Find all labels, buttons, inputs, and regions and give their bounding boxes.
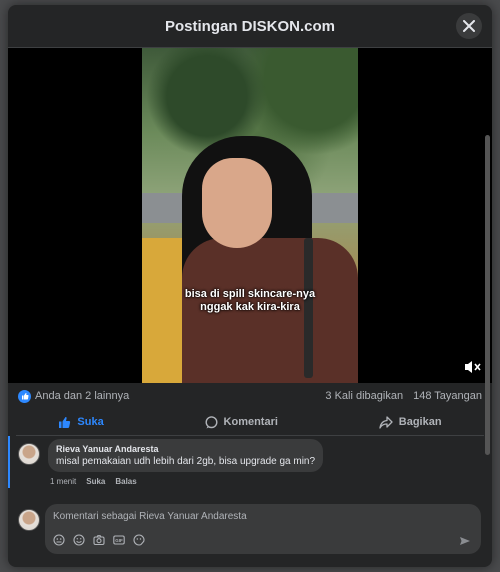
share-label: Bagikan: [398, 416, 442, 428]
video-frame[interactable]: bisa di spill skincare-nya nggak kak kir…: [142, 48, 358, 383]
post-actions: Suka Komentari Bagikan: [8, 409, 492, 435]
current-user-avatar: [18, 509, 40, 531]
comment-button[interactable]: Komentari: [205, 415, 278, 429]
reaction-count[interactable]: Anda dan 2 lainnya: [35, 390, 129, 402]
comment-author[interactable]: Rieva Yanuar Andaresta: [56, 444, 315, 454]
camera-icon[interactable]: [93, 534, 105, 546]
comment-meta: 1 menit Suka Balas: [50, 477, 137, 486]
share-arrow-icon: [379, 415, 393, 429]
dialog-title: Postingan DISKON.com: [164, 17, 336, 35]
speaker-muted-icon: [465, 361, 481, 373]
comment-composer: Komentari sebagai Rieva Yanuar Andaresta…: [8, 500, 492, 560]
comment-input[interactable]: Komentari sebagai Rieva Yanuar Andaresta…: [45, 504, 481, 554]
view-count: 148 Tayangan: [413, 390, 482, 402]
video-caption-line1: bisa di spill skincare-nya: [184, 288, 316, 300]
close-button[interactable]: [456, 13, 482, 39]
composer-tools: GIF: [53, 534, 145, 546]
mute-button[interactable]: [464, 359, 482, 375]
comment-bubble-icon: [205, 415, 218, 428]
comment-text: misal pemakaian udh lebih dari 2gb, bisa…: [56, 456, 316, 467]
like-button[interactable]: Suka: [58, 416, 104, 429]
close-icon: [463, 20, 475, 32]
video-caption: bisa di spill skincare-nya nggak kak kir…: [142, 288, 358, 314]
video-caption-line2: nggak kak kira-kira: [200, 301, 300, 313]
svg-text:GIF: GIF: [115, 538, 123, 543]
video-person-face: [202, 158, 272, 248]
emoji-icon[interactable]: [73, 534, 85, 546]
comment-reply-link[interactable]: Balas: [115, 477, 136, 486]
sticker-icon[interactable]: [133, 534, 145, 546]
like-reaction-icon: [18, 389, 31, 403]
comment-bubble: Rieva Yanuar Andaresta misal pemakaian u…: [48, 439, 324, 472]
thumbs-up-icon: [59, 416, 71, 428]
commenter-avatar[interactable]: [18, 443, 40, 465]
post-dialog: Postingan DISKON.com bisa di spill skinc…: [8, 5, 492, 567]
comment-item: Rieva Yanuar Andaresta misal pemakaian u…: [8, 436, 492, 488]
comment-input-placeholder: Komentari sebagai Rieva Yanuar Andaresta: [53, 511, 247, 522]
dialog-scrollbar[interactable]: [485, 135, 490, 455]
share-count[interactable]: 3 Kali dibagikan: [325, 390, 403, 402]
share-button[interactable]: Bagikan: [379, 415, 442, 429]
comment-like-link[interactable]: Suka: [86, 477, 105, 486]
comment-highlight-bar: [8, 436, 10, 488]
post-stats: Anda dan 2 lainnya 3 Kali dibagikan 148 …: [8, 383, 492, 409]
dialog-header: Postingan DISKON.com: [8, 5, 492, 48]
like-label: Suka: [77, 416, 104, 428]
avatar-sticker-icon[interactable]: [53, 534, 65, 546]
send-icon[interactable]: [459, 535, 471, 547]
video-player[interactable]: bisa di spill skincare-nya nggak kak kir…: [8, 48, 492, 383]
comment-time[interactable]: 1 menit: [50, 477, 76, 486]
gif-icon[interactable]: GIF: [113, 534, 125, 546]
comment-label: Komentari: [223, 416, 278, 428]
